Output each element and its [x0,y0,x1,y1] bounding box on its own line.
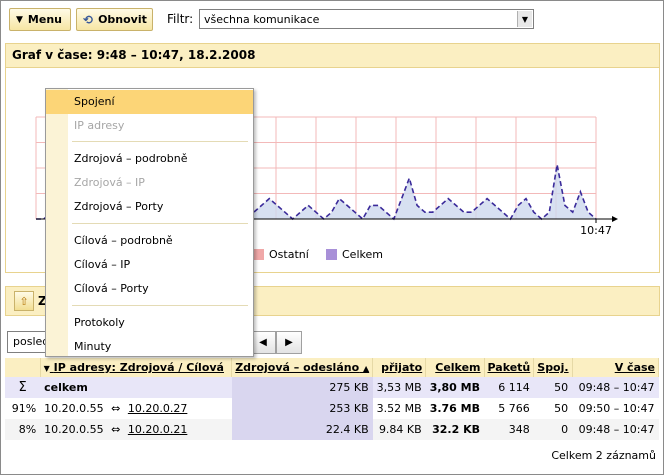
row-total: 32.2 KB [425,419,484,440]
sum-time: 09:48 – 10:47 [572,377,659,398]
menu-button[interactable]: ▼ Menu [9,8,71,31]
menu-item-spojeni[interactable]: Spojení [46,90,253,114]
row-packets: 348 [484,419,534,440]
row-sent: 253 KB [231,398,373,419]
table-row[interactable]: 91% 10.20.0.55 ⇔ 10.20.0.27 253 KB 3.52 … [5,398,659,419]
select-arrow-icon[interactable]: ▼ [517,11,532,27]
menu-item-cilova-ip[interactable]: Cílová – IP [46,253,253,277]
legend-swatch-ostatni [253,249,264,260]
row-pct: 8% [5,419,41,440]
row-dst-ip-link[interactable]: 10.20.0.27 [128,402,187,415]
legend-item-ostatni: Ostatní [253,248,309,261]
header-pct [5,358,41,377]
x-axis-arrow-icon [612,216,618,222]
table-row-total: Σ celkem 275 KB 3,53 MB 3,80 MB 6 114 50… [5,377,659,398]
menu-separator [72,223,248,224]
header-sent-label: Zdrojová – odesláno [235,361,360,374]
row-ip-pair: 10.20.0.55 ⇔ 10.20.0.21 [40,419,232,440]
row-packets: 5 766 [484,398,534,419]
chevron-right-icon: ▶ [285,337,293,348]
sum-label: celkem [40,377,232,398]
legend-label-celkem: Celkem [342,248,383,261]
row-sent: 22.4 KB [231,419,373,440]
row-dst-ip-link[interactable]: 10.20.0.21 [128,423,187,436]
row-total: 3.76 MB [425,398,484,419]
header-ip-label: IP adresy: Zdrojová / Cílová [53,361,224,374]
refresh-icon: ⟲ [83,12,94,27]
chevron-left-icon: ◀ [259,337,267,348]
graph-title: Graf v čase: 9:48 – 10:47, 18.2.2008 [6,44,659,68]
menu-item-zdrojova-porty[interactable]: Zdrojová – Porty [46,195,253,219]
header-packets[interactable]: Paketů [484,358,535,377]
header-received[interactable]: přijato [372,358,427,377]
x-axis-tick-label: 10:47 [580,224,612,237]
row-connections: 0 [533,419,573,440]
chevron-down-icon: ▼ [43,364,50,373]
row-ip-pair: 10.20.0.55 ⇔ 10.20.0.27 [40,398,232,419]
row-src-ip: 10.20.0.55 [44,402,104,415]
sort-asc-icon: ▲ [362,364,370,373]
legend-swatch-celkem [326,249,337,260]
row-time: 09:50 – 10:47 [572,398,659,419]
row-src-ip: 10.20.0.55 [44,423,104,436]
context-menu: Spojení IP adresy Zdrojová – podrobně Zd… [45,88,254,357]
row-connections: 50 [533,398,573,419]
menu-item-zdrojova-podrobne[interactable]: Zdrojová – podrobně [46,147,253,171]
menu-item-cilova-podrobne[interactable]: Cílová – podrobně [46,229,253,253]
menu-button-label: Menu [27,13,62,26]
filter-select[interactable]: všechna komunikace ▼ [199,9,534,29]
header-connections[interactable]: Spoj. [533,358,573,377]
row-received: 3.52 MB [372,398,426,419]
results-table: ▼ IP adresy: Zdrojová / Cílová Zdrojová … [5,358,660,440]
header-ip-addresses[interactable]: ▼ IP adresy: Zdrojová / Cílová [40,358,233,377]
refresh-button-label: Obnovit [98,13,147,26]
sum-connections: 50 [533,377,573,398]
menu-item-zdrojova-ip: Zdrojová – IP [74,176,145,189]
header-sent[interactable]: Zdrojová – odesláno ▲ [231,358,374,377]
bidirectional-arrow-icon: ⇔ [111,402,121,415]
refresh-button[interactable]: ⟲ Obnovit [76,8,153,31]
row-received: 9.84 KB [372,419,426,440]
menu-item-minuty[interactable]: Minuty [46,335,253,359]
next-page-button[interactable]: ▶ [276,331,302,354]
legend-item-celkem: Celkem [326,248,383,261]
table-row[interactable]: 8% 10.20.0.55 ⇔ 10.20.0.21 22.4 KB 9.84 … [5,419,659,440]
sum-received: 3,53 MB [372,377,426,398]
bidirectional-arrow-icon: ⇔ [111,423,121,436]
sum-packets: 6 114 [484,377,534,398]
row-pct: 91% [5,398,41,419]
menu-item-ip-adresy: IP adresy [74,119,125,132]
menu-separator [72,305,248,306]
filter-label: Filtr: [167,12,194,26]
header-time[interactable]: V čase [572,358,660,377]
up-level-button[interactable]: ⇧ [14,291,34,311]
arrow-up-icon: ⇧ [19,294,29,308]
row-time: 09:48 – 10:47 [572,419,659,440]
chevron-down-icon: ▼ [16,14,23,25]
sum-total: 3,80 MB [425,377,484,398]
menu-separator [72,141,248,142]
sum-sent: 275 KB [231,377,373,398]
sigma-icon: Σ [5,377,41,398]
menu-item-protokoly[interactable]: Protokoly [46,311,253,335]
header-total[interactable]: Celkem [425,358,485,377]
filter-select-value: všechna komunikace [204,12,320,26]
record-count: Celkem 2 záznamů [551,449,656,462]
legend-label-ostatni: Ostatní [269,248,309,261]
menu-item-cilova-porty[interactable]: Cílová – Porty [46,277,253,301]
table-header-row: ▼ IP adresy: Zdrojová / Cílová Zdrojová … [5,358,660,377]
